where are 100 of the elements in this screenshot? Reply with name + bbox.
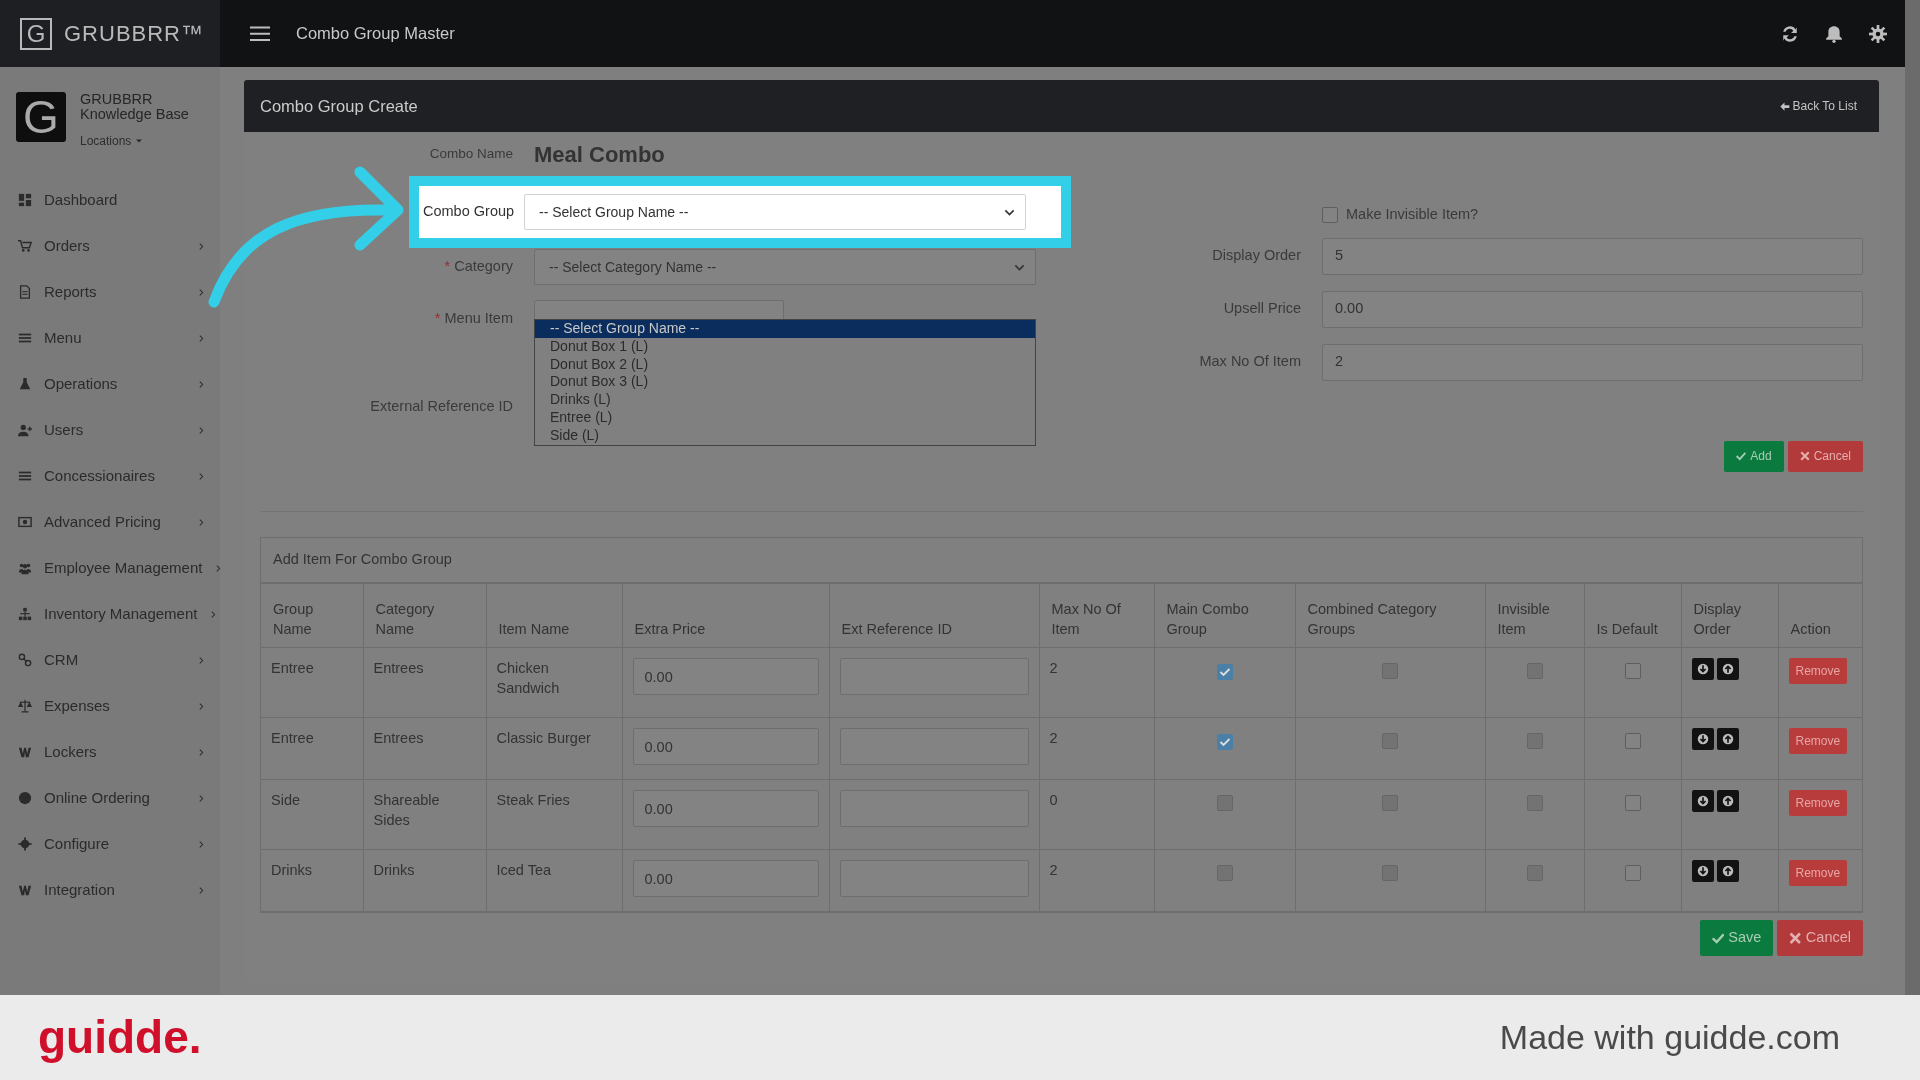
arrow-down-icon — [1696, 733, 1709, 745]
table-cell: Classic Burger — [486, 717, 622, 780]
field-label: External Reference ID — [369, 397, 513, 416]
arrow-down-icon — [1696, 795, 1709, 807]
price-field[interactable]: 0.00 — [632, 658, 819, 695]
account-subtitle: Knowledge Base — [80, 107, 189, 122]
table-cell: 2 — [1039, 849, 1154, 912]
checkbox[interactable] — [1624, 865, 1641, 881]
move-up-button[interactable] — [1716, 658, 1739, 680]
column-header: Group Name — [261, 583, 363, 648]
bell-icon[interactable] — [1825, 24, 1843, 43]
dashboard-icon — [18, 193, 32, 207]
sidebar-item[interactable]: Menu — [0, 315, 220, 361]
list-icon — [18, 469, 32, 483]
sidebar-item[interactable]: Inventory Management — [0, 591, 220, 637]
sidebar-item[interactable]: Orders — [0, 223, 220, 269]
sidebar-item[interactable]: Lockers — [0, 729, 220, 775]
sidebar-item[interactable]: Expenses — [0, 683, 220, 729]
move-down-button[interactable] — [1691, 658, 1714, 680]
logo: G — [20, 17, 52, 50]
arrow-up-icon — [1721, 795, 1734, 807]
sidebar-item[interactable]: Integration — [0, 867, 220, 913]
sidebar-item[interactable]: Concessionaires — [0, 453, 220, 499]
dropdown-option[interactable]: Donut Box 1 (L) — [535, 337, 1035, 356]
category-select[interactable]: -- Select Category Name -- — [534, 249, 1036, 285]
checkbox[interactable] — [1216, 664, 1233, 680]
dropdown-option[interactable]: Entree (L) — [535, 409, 1035, 427]
footer-text: Made with guidde.com — [1499, 1017, 1840, 1058]
sidebar-item[interactable]: Configure — [0, 821, 220, 867]
remove-button[interactable]: Remove — [1788, 790, 1848, 816]
cancel-button[interactable]: Cancel — [1787, 440, 1863, 472]
move-down-button[interactable] — [1691, 790, 1714, 812]
add-user-icon — [18, 423, 32, 437]
brand-name: GRUBBRR™ — [64, 20, 204, 48]
checkbox[interactable] — [1624, 795, 1641, 811]
dropdown-option[interactable]: Donut Box 2 (L) — [535, 355, 1035, 374]
price-field[interactable]: 0.00 — [632, 790, 819, 827]
table-cell: Entrees — [363, 717, 486, 780]
move-down-button[interactable] — [1691, 728, 1714, 750]
link-icon — [18, 653, 32, 667]
price-field[interactable]: 0.00 — [632, 860, 819, 897]
sidebar-item[interactable]: CRM — [0, 637, 220, 683]
remove-button[interactable]: Remove — [1788, 728, 1848, 754]
group-icon — [18, 561, 32, 575]
chevron-icon — [197, 471, 206, 481]
move-down-button[interactable] — [1691, 860, 1714, 882]
input-field[interactable]: 0.00 — [1322, 290, 1863, 328]
settings-icon[interactable] — [1869, 24, 1887, 43]
field-label: Max No Of Item — [1198, 352, 1301, 372]
checkbox[interactable] — [1322, 206, 1338, 223]
dropdown-option[interactable]: -- Select Group Name -- — [535, 320, 1035, 338]
group-select[interactable]: -- Select Group Name -- — [524, 194, 1026, 230]
column-header: Category Name — [363, 583, 486, 648]
sidebar-item[interactable]: Users — [0, 407, 220, 453]
check-icon — [1218, 666, 1231, 678]
dropdown-option[interactable]: Side (L) — [535, 426, 1035, 445]
cart-icon — [18, 239, 32, 253]
table-cell: 0 — [1039, 779, 1154, 850]
move-up-button[interactable] — [1716, 728, 1739, 750]
move-up-button[interactable] — [1716, 860, 1739, 882]
price-field[interactable]: 0.00 — [632, 728, 819, 765]
remove-button[interactable]: Remove — [1788, 860, 1848, 886]
sidebar-item[interactable]: Reports — [0, 269, 220, 315]
scrollbar[interactable] — [1905, 0, 1920, 995]
dropdown-option[interactable]: Donut Box 3 (L) — [535, 373, 1035, 392]
move-up-button[interactable] — [1716, 790, 1739, 812]
field-label: Combo Group — [423, 202, 516, 222]
w-mark-icon — [18, 883, 32, 897]
table-cell: Entree — [261, 717, 363, 780]
dropdown-option[interactable]: Drinks (L) — [535, 391, 1035, 409]
sidebar-item[interactable]: Online Ordering — [0, 775, 220, 821]
chevron-icon — [197, 885, 206, 895]
input-field[interactable]: 2 — [1322, 343, 1863, 381]
document-icon — [18, 285, 32, 299]
column-header: Display Order — [1681, 583, 1778, 648]
page-title: Combo Group Master — [296, 23, 456, 45]
arrow-up-icon — [1721, 865, 1734, 877]
arrow-down-icon — [1696, 865, 1709, 877]
checkbox[interactable] — [1216, 734, 1233, 750]
remove-button[interactable]: Remove — [1788, 658, 1848, 684]
sidebar-item[interactable]: Operations — [0, 361, 220, 407]
chevron-icon — [197, 287, 206, 297]
close-icon — [1799, 451, 1810, 462]
save-button[interactable]: Save — [1699, 920, 1774, 956]
cancel-button[interactable]: Cancel — [1777, 920, 1863, 956]
w-mark-icon — [18, 745, 32, 759]
refresh-icon[interactable] — [1781, 24, 1799, 43]
sidebar-item[interactable]: Dashboard — [0, 177, 220, 223]
input-field[interactable]: 5 — [1322, 237, 1863, 275]
checkbox[interactable] — [1624, 663, 1641, 679]
add-button[interactable]: Add — [1724, 440, 1784, 472]
column-header: Combined Category Groups — [1295, 583, 1485, 648]
back-link[interactable]: Back To List — [1778, 97, 1857, 115]
field-label: Display Order — [1211, 246, 1301, 266]
locations-dropdown[interactable]: Locations — [80, 132, 144, 150]
checkbox[interactable] — [1624, 733, 1641, 749]
table-cell: Drinks — [363, 849, 486, 912]
sidebar-item[interactable]: Advanced Pricing — [0, 499, 220, 545]
sidebar-item[interactable]: Employee Management — [0, 545, 220, 591]
account-name: GRUBBRR — [80, 92, 154, 107]
